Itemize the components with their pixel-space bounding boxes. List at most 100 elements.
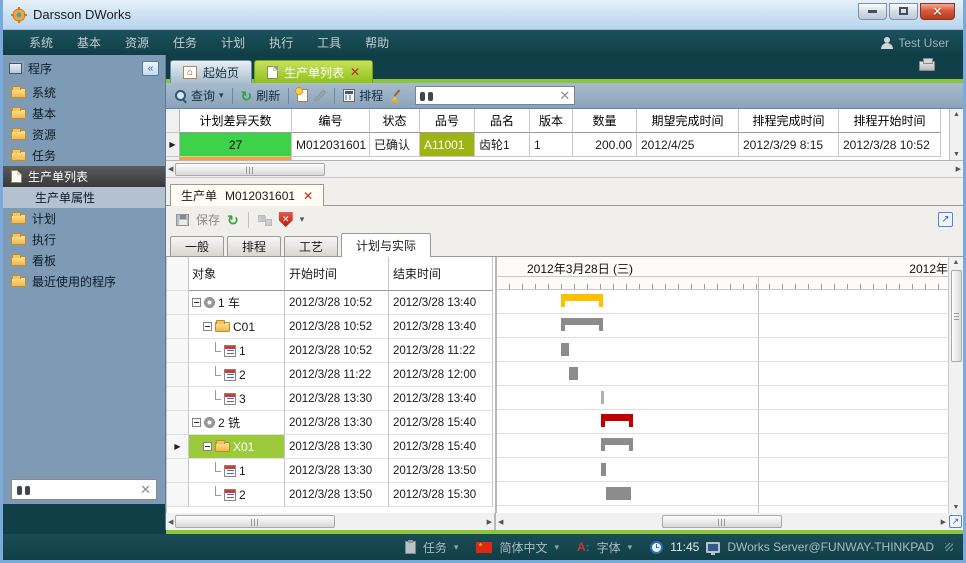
tree-hscroll[interactable]: ◀ ▶ [166, 513, 496, 530]
gantt-hscroll[interactable]: ◀ ▶ [496, 513, 948, 530]
subtab-process[interactable]: 工艺 [284, 236, 338, 256]
detail-vscroll[interactable]: ▲ ▼ [948, 257, 963, 513]
sidebar-item-resource[interactable]: 资源 [3, 124, 165, 145]
tree-row[interactable]: C01 2012/3/28 10:52 2012/3/28 13:40 [167, 315, 495, 339]
subtab-schedule[interactable]: 排程 [227, 236, 281, 256]
order-row[interactable]: ▶ 27 M012031601 已确认 A11001 齿轮1 1 200.00 … [166, 133, 949, 157]
scroll-left-icon[interactable]: ◀ [498, 518, 503, 526]
edit-pencil-icon[interactable] [315, 91, 325, 101]
collapse-node-icon[interactable] [192, 418, 201, 427]
gantt-row[interactable] [497, 362, 948, 386]
scroll-down-icon[interactable]: ▼ [953, 504, 960, 511]
menu-execute[interactable]: 执行 [269, 34, 293, 51]
col-version[interactable]: 版本 [530, 109, 573, 133]
toolbar-search-input[interactable] [438, 88, 554, 103]
tab-order-list[interactable]: 生产单列表 ✕ [254, 60, 373, 83]
new-document-icon[interactable] [297, 89, 308, 102]
col-diff-days[interactable]: 计划差异天数 [180, 109, 292, 133]
scroll-down-icon[interactable]: ▼ [953, 151, 960, 158]
schedule-button[interactable]: 排程 [343, 87, 383, 104]
sidebar-item-system[interactable]: 系统 [3, 82, 165, 103]
tab-home[interactable]: ⌂ 起始页 [170, 60, 252, 83]
printer-icon[interactable] [919, 61, 935, 71]
sidebar-item-kanban[interactable]: 看板 [3, 250, 165, 271]
gantt-bar-task[interactable] [606, 487, 631, 500]
sidebar-item-order-list[interactable]: 生产单列表 [3, 166, 165, 187]
orders-grid-hscroll[interactable]: ◀ ▶ [166, 161, 963, 178]
col-item-no[interactable]: 品号 [420, 109, 475, 133]
query-button[interactable]: 查询 ▾ [174, 87, 224, 104]
tree-row-selected[interactable]: ▶ X01 2012/3/28 13:30 2012/3/28 15:40 [167, 435, 495, 459]
user-indicator[interactable]: Test User [881, 36, 949, 50]
sidebar-item-execute[interactable]: 执行 [3, 229, 165, 250]
clear-search-icon[interactable]: ✕ [559, 88, 570, 104]
status-task[interactable]: 任务 [423, 539, 447, 556]
clear-search-icon[interactable]: ✕ [140, 482, 151, 498]
orders-grid-vscroll[interactable]: ▲▼ [949, 109, 963, 160]
gantt-row[interactable] [497, 458, 948, 482]
menu-task[interactable]: 任务 [173, 34, 197, 51]
gantt-row[interactable] [497, 410, 948, 434]
chevron-down-icon[interactable]: ▾ [454, 542, 459, 553]
close-tab-icon[interactable]: ✕ [350, 65, 360, 79]
scroll-left-icon[interactable]: ◀ [168, 518, 173, 526]
gantt-row[interactable] [497, 434, 948, 458]
menu-tools[interactable]: 工具 [317, 34, 341, 51]
collapse-node-icon[interactable] [203, 442, 212, 451]
gantt-bar-task[interactable] [569, 367, 578, 380]
scrollbar-thumb[interactable] [175, 515, 335, 528]
scroll-up-icon[interactable]: ▲ [953, 111, 960, 118]
col-item-name[interactable]: 品名 [475, 109, 530, 133]
sidebar-item-plan[interactable]: 计划 [3, 208, 165, 229]
resize-grip[interactable] [945, 543, 953, 551]
chevron-down-icon[interactable]: ▾ [554, 542, 559, 553]
menu-plan[interactable]: 计划 [221, 34, 245, 51]
collapse-node-icon[interactable] [192, 298, 201, 307]
gantt-bar-summary[interactable] [561, 294, 603, 301]
gantt-bar-task[interactable] [601, 463, 606, 476]
tree-row[interactable]: 1 2012/3/28 10:52 2012/3/28 11:22 [167, 339, 495, 363]
col-status[interactable]: 状态 [370, 109, 420, 133]
scrollbar-thumb[interactable] [175, 163, 325, 176]
refresh-button[interactable]: ↻ 刷新 [241, 87, 281, 104]
col-expect-finish[interactable]: 期望完成时间 [637, 109, 739, 133]
close-tab-icon[interactable]: ✕ [303, 189, 313, 203]
scroll-right-icon[interactable]: ▶ [956, 165, 961, 173]
sidebar-search-input[interactable] [35, 483, 135, 497]
gantt-row[interactable] [497, 290, 948, 314]
gantt-row[interactable] [497, 338, 948, 362]
gantt-row[interactable] [497, 386, 948, 410]
detail-tab[interactable]: 生产单 M012031601 ✕ [170, 184, 324, 206]
col-qty[interactable]: 数量 [573, 109, 637, 133]
gantt-bar-summary[interactable] [601, 414, 633, 421]
gantt-bar-task[interactable] [601, 391, 604, 404]
refresh-icon[interactable]: ↻ [227, 213, 239, 227]
menu-resource[interactable]: 资源 [125, 34, 149, 51]
menu-basic[interactable]: 基本 [77, 34, 101, 51]
broom-icon[interactable] [389, 89, 403, 103]
gantt-bar-summary[interactable] [561, 318, 603, 325]
col-object[interactable]: 对象 [189, 257, 285, 291]
scrollbar-thumb[interactable] [951, 270, 962, 362]
tree-row[interactable]: 3 2012/3/28 13:30 2012/3/28 13:40 [167, 387, 495, 411]
menu-system[interactable]: 系统 [29, 34, 53, 51]
sidebar-item-basic[interactable]: 基本 [3, 103, 165, 124]
tree-row[interactable]: 2 2012/3/28 13:50 2012/3/28 15:30 [167, 483, 495, 507]
subtab-plan-vs-actual[interactable]: 计划与实际 [341, 233, 431, 257]
col-code[interactable]: 编号 [292, 109, 370, 133]
scrollbar-thumb[interactable] [662, 515, 782, 528]
scroll-right-icon[interactable]: ▶ [487, 518, 492, 526]
org-chart-icon[interactable] [258, 214, 272, 226]
col-sched-start[interactable]: 排程开始时间 [839, 109, 941, 133]
tree-row[interactable]: 1 2012/3/28 13:30 2012/3/28 13:50 [167, 459, 495, 483]
shield-cancel-icon[interactable]: ✕ [279, 212, 293, 227]
gantt-row[interactable] [497, 482, 948, 506]
menu-help[interactable]: 帮助 [365, 34, 389, 51]
sidebar-item-task[interactable]: 任务 [3, 145, 165, 166]
gantt-bar-summary[interactable] [601, 438, 633, 445]
col-end-time[interactable]: 结束时间 [389, 257, 493, 291]
gantt-bar-task[interactable] [561, 343, 569, 356]
status-font[interactable]: 字体 [597, 539, 621, 556]
tree-row[interactable]: 1 车 2012/3/28 10:52 2012/3/28 13:40 [167, 291, 495, 315]
chevron-down-icon[interactable]: ▾ [628, 542, 633, 553]
